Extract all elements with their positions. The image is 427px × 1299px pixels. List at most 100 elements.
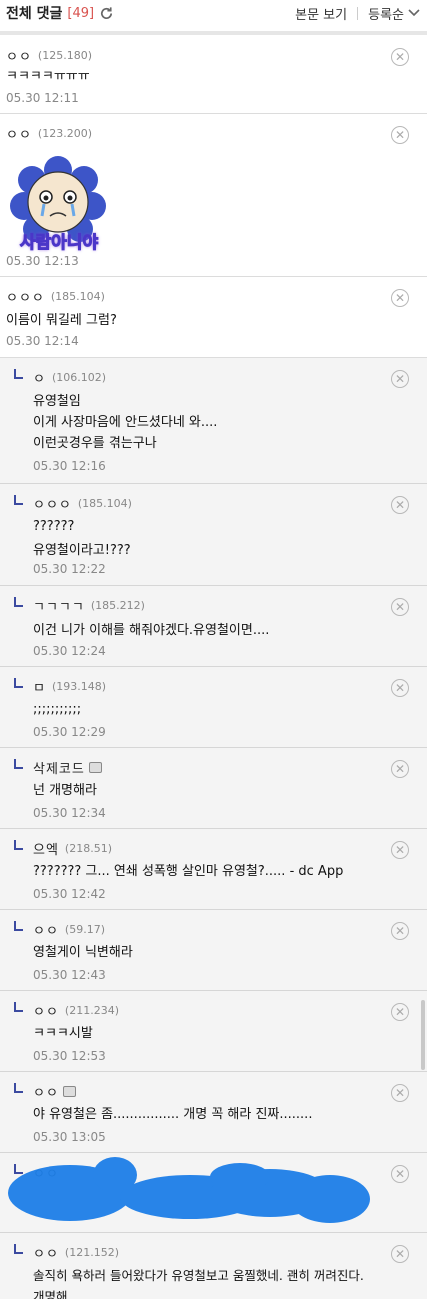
sticker-caption: 사람아니야 xyxy=(19,233,99,254)
comment-date: 05.30 12:53 xyxy=(33,1049,106,1063)
comment-nickname[interactable]: ㅇㅇ xyxy=(6,46,32,65)
scrollbar[interactable] xyxy=(421,1000,425,1070)
comment-nickname[interactable]: ㄱㄱㄱㄱ xyxy=(33,596,85,615)
comment-line: 유영철이라고!??? xyxy=(33,543,131,558)
reply-arrow-icon xyxy=(14,840,23,850)
redaction-scribble xyxy=(8,1157,370,1223)
comment-line: 솔직히 욕하러 들어왔다가 유영철보고 움찔했네. 괜히 꺼려진다. xyxy=(33,1268,364,1283)
delete-icon[interactable]: ✕ xyxy=(391,841,409,859)
comments-header: 전체 댓글 [49] 본문 보기 등록순 xyxy=(0,0,427,26)
comment-date: 05.30 12:22 xyxy=(33,562,106,576)
comment-text: 야 유영철은 좀................ 개명 꼭 해라 진짜.....… xyxy=(33,1107,313,1122)
reply-item: ㅇ (106.102) 유영철임 이게 사장마음에 안드셨다네 와.... 이런곳… xyxy=(0,358,427,484)
reply-arrow-icon xyxy=(14,921,23,931)
refresh-icon[interactable] xyxy=(98,5,114,21)
reply-item: ㅇㅇ ✕ xyxy=(0,1153,427,1233)
comment-item: ㅇㅇㅇ (185.104) 이름이 뭐길레 그럼? 05.30 12:14 ✕ xyxy=(0,277,427,358)
view-post-button[interactable]: 본문 보기 xyxy=(295,4,347,23)
delete-icon[interactable]: ✕ xyxy=(391,679,409,697)
comment-date: 05.30 12:43 xyxy=(33,968,106,982)
reply-arrow-icon xyxy=(14,597,23,607)
delete-icon[interactable]: ✕ xyxy=(391,48,409,66)
comment-date: 05.30 12:42 xyxy=(33,887,106,901)
sort-dropdown[interactable]: 등록순 xyxy=(368,4,421,23)
comment-nickname[interactable]: ㅁ xyxy=(33,677,46,696)
comment-date: 05.30 12:29 xyxy=(33,725,106,739)
comment-text: ??????? 그... 연쇄 성폭행 살인마 유영철?..... - dc A… xyxy=(33,864,344,879)
comment-nickname[interactable]: 으엑 xyxy=(33,839,59,858)
comment-date: 05.30 12:14 xyxy=(6,334,79,348)
comment-line: 이게 사장마음에 안드셨다네 와.... xyxy=(33,415,218,430)
delete-icon[interactable]: ✕ xyxy=(391,370,409,388)
divider xyxy=(357,6,359,20)
sort-label: 등록순 xyxy=(368,7,404,23)
comment-line: 개명해 xyxy=(33,1289,68,1299)
comment-line: ?????? xyxy=(33,519,75,534)
comment-nickname[interactable]: ㅇㅇ xyxy=(33,1001,59,1020)
comment-ip: (185.104) xyxy=(50,290,105,303)
delete-icon[interactable]: ✕ xyxy=(391,289,409,307)
comment-ip: (125.180) xyxy=(37,49,92,62)
comment-count: [49] xyxy=(67,5,95,21)
comment-nickname[interactable]: ㅇㅇ xyxy=(33,920,59,939)
reply-item: ㅁ (193.148) ;;;;;;;;;;; 05.30 12:29 ✕ xyxy=(0,667,427,748)
reply-arrow-icon xyxy=(14,1244,23,1254)
comment-ip: (185.104) xyxy=(77,497,132,510)
reply-arrow-icon xyxy=(14,495,23,505)
delete-icon[interactable]: ✕ xyxy=(391,1084,409,1102)
comment-text: ;;;;;;;;;;; xyxy=(33,702,82,717)
reply-item: ㅇㅇㅇ (185.104) ?????? 유영철이라고!??? 05.30 12:… xyxy=(0,484,427,586)
delete-icon[interactable]: ✕ xyxy=(391,760,409,778)
comment-text: 솔직히 욕하러 들어왔다가 유영철보고 움찔했네. 괜히 꺼려진다. 개명해 xyxy=(33,1265,364,1299)
comment-text: 이름이 뭐길레 그럼? xyxy=(6,313,117,328)
comment-line: 유영철임 xyxy=(33,394,81,409)
comment-nickname[interactable]: ㅇㅇ xyxy=(33,1082,59,1101)
delete-icon[interactable]: ✕ xyxy=(391,1003,409,1021)
comment-date: 05.30 12:24 xyxy=(33,644,106,658)
reply-item: 으엑 (218.51) ??????? 그... 연쇄 성폭행 살인마 유영철?.… xyxy=(0,829,427,910)
delete-icon[interactable]: ✕ xyxy=(391,922,409,940)
member-badge-icon xyxy=(88,762,102,773)
member-badge-icon xyxy=(62,1086,76,1097)
comment-date: 05.30 12:34 xyxy=(33,806,106,820)
delete-icon[interactable]: ✕ xyxy=(391,598,409,616)
comment-ip: (218.51) xyxy=(64,842,112,855)
comment-text: ㅋㅋㅋㅋㅠㅠㅠ xyxy=(6,69,90,84)
delete-icon[interactable]: ✕ xyxy=(391,496,409,514)
delete-icon[interactable]: ✕ xyxy=(391,1245,409,1263)
comment-item: ㅇㅇ (123.200) 사람아니야 05.30 12:13 ✕ xyxy=(0,114,427,277)
comment-date: 05.30 13:05 xyxy=(33,1130,106,1144)
comment-date: 05.30 12:16 xyxy=(33,459,106,473)
comment-nickname[interactable]: ㅇㅇ xyxy=(6,124,32,143)
crying-flower-sticker: 사람아니야 xyxy=(8,154,110,259)
reply-arrow-icon xyxy=(14,1002,23,1012)
reply-item: ㅇㅇ (211.234) ㅋㅋㅋ시발 05.30 12:53 ✕ xyxy=(0,991,427,1072)
comment-line: 이런곳경우를 겪는구나 xyxy=(33,436,157,451)
comment-ip: (123.200) xyxy=(37,127,92,140)
comment-text: ㅋㅋㅋ시발 xyxy=(33,1026,93,1041)
comment-nickname[interactable]: ㅇㅇㅇ xyxy=(6,287,45,306)
comment-nickname[interactable]: ㅇ xyxy=(33,368,46,387)
comment-text: 이건 니가 이해를 해줘야겠다.유영철이면.... xyxy=(33,623,270,638)
comment-nickname[interactable]: 삭제코드 xyxy=(33,758,85,777)
reply-item: 삭제코드 넌 개명해라 05.30 12:34 ✕ xyxy=(0,748,427,829)
reply-arrow-icon xyxy=(14,1083,23,1093)
reply-arrow-icon xyxy=(14,678,23,688)
reply-item: ㅇㅇ (121.152) 솔직히 욕하러 들어왔다가 유영철보고 움찔했네. 괜히… xyxy=(0,1233,427,1299)
header-divider xyxy=(0,31,427,35)
comment-nickname[interactable]: ㅇㅇ xyxy=(33,1243,59,1262)
delete-icon[interactable]: ✕ xyxy=(391,126,409,144)
comment-ip: (193.148) xyxy=(51,680,107,693)
comment-ip: (211.234) xyxy=(64,1004,119,1017)
comment-ip: (185.212) xyxy=(90,599,145,612)
comment-item: ㅇㅇ (125.180) ㅋㅋㅋㅋㅠㅠㅠ 05.30 12:11 ✕ xyxy=(0,36,427,114)
reply-item: ㅇㅇ 야 유영철은 좀................ 개명 꼭 해라 진짜..… xyxy=(0,1072,427,1153)
reply-item: ㅇㅇ (59.17) 영철게이 닉변해라 05.30 12:43 ✕ xyxy=(0,910,427,991)
comment-date: 05.30 12:11 xyxy=(6,91,79,105)
comment-text: 유영철임 이게 사장마음에 안드셨다네 와.... 이런곳경우를 겪는구나 xyxy=(33,391,217,454)
reply-item: ㄱㄱㄱㄱ (185.212) 이건 니가 이해를 해줘야겠다.유영철이면.... … xyxy=(0,586,427,667)
comment-text: ?????? 유영철이라고!??? xyxy=(33,516,131,561)
comment-ip: (106.102) xyxy=(51,371,107,384)
comment-nickname[interactable]: ㅇㅇㅇ xyxy=(33,494,72,513)
reply-arrow-icon xyxy=(14,759,23,769)
